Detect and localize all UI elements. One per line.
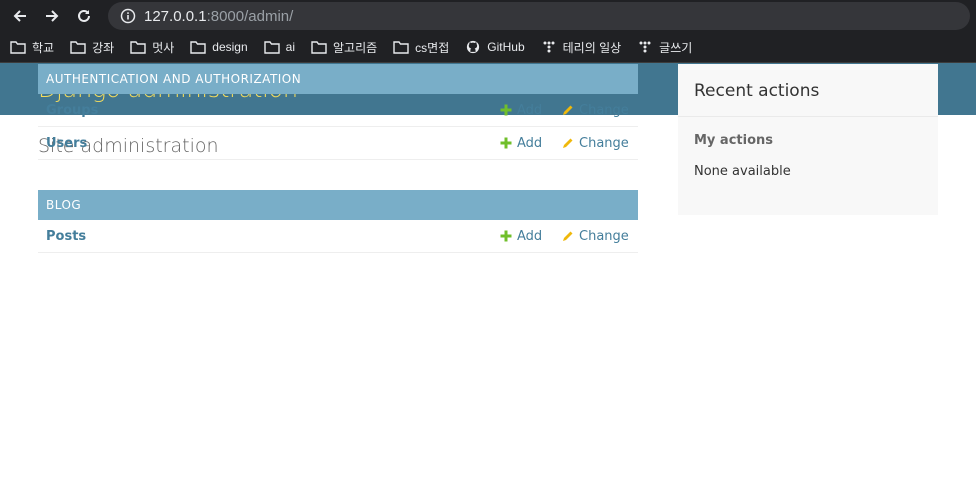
bookmark-label: cs면접 [415, 40, 450, 55]
url-host: 127.0.0.1 [144, 7, 207, 25]
recent-actions-title: Recent actions [678, 64, 938, 117]
bookmark-item[interactable]: 멋사 [130, 39, 174, 56]
change-button[interactable]: Change [562, 136, 629, 151]
change-button[interactable]: Change [562, 229, 629, 244]
recent-actions-panel: Recent actions My actions None available [678, 64, 938, 215]
bookmark-item[interactable]: 강좌 [70, 39, 114, 56]
bookmark-label: 학교 [32, 40, 55, 55]
change-label: Change [579, 102, 629, 118]
plus-icon [500, 230, 512, 242]
model-link-posts[interactable]: Posts [38, 229, 86, 244]
arrow-left-icon [13, 10, 26, 22]
table-row: Posts Add Change [38, 220, 638, 253]
bookmark-label: 멋사 [152, 40, 175, 55]
app-module-auth: AUTHENTICATION AND AUTHORIZATION Groups … [38, 64, 638, 160]
bookmark-label: ai [285, 40, 295, 54]
empty-actions-text: None available [694, 164, 791, 179]
arrow-right-icon [46, 10, 59, 22]
app-list: AUTHENTICATION AND AUTHORIZATION Groups … [38, 64, 638, 283]
pencil-icon [563, 105, 573, 115]
url-path: :8000/admin/ [206, 7, 294, 25]
bookmark-item[interactable]: design [190, 40, 248, 54]
bookmark-item[interactable]: 테리의 일상 [541, 39, 622, 56]
add-button[interactable]: Add [500, 103, 542, 118]
reload-icon [78, 9, 90, 22]
bookmark-label: design [212, 40, 248, 54]
bookmark-item[interactable]: 알고리즘 [311, 39, 377, 56]
table-row: Users Add Change [38, 127, 638, 160]
github-icon [467, 40, 480, 54]
plus-icon [500, 137, 512, 149]
tistory-icon [639, 41, 651, 53]
add-label: Add [517, 102, 543, 118]
info-icon[interactable] [120, 8, 136, 24]
folder-icon [130, 41, 146, 54]
folder-icon [70, 41, 86, 54]
my-actions-heading: My actions [694, 133, 774, 148]
browser-toolbar: 127.0.0.1:8000/admin/ [0, 0, 976, 32]
bookmark-label: GitHub [487, 40, 525, 54]
bookmarks-bar: 학교 강좌 멋사 design ai 알고리즘 cs면접 GitHub 테리의 … [0, 32, 976, 63]
change-button[interactable]: Change [562, 103, 629, 118]
add-button[interactable]: Add [500, 229, 542, 244]
reload-button[interactable] [72, 4, 96, 28]
bookmark-label: 알고리즘 [333, 40, 378, 55]
bookmark-label: 테리의 일상 [562, 40, 622, 55]
bookmark-label: 강좌 [92, 40, 115, 55]
folder-icon [311, 41, 327, 54]
pencil-icon [563, 138, 573, 148]
model-link-groups[interactable]: Groups [38, 103, 98, 118]
plus-icon [500, 104, 512, 116]
bookmark-item[interactable]: ai [263, 40, 295, 54]
bookmark-label: 글쓰기 [659, 40, 693, 55]
bookmark-item[interactable]: 글쓰기 [637, 39, 692, 56]
folder-icon [190, 41, 206, 54]
bookmark-item[interactable]: cs면접 [393, 39, 449, 56]
forward-button[interactable] [40, 4, 64, 28]
change-label: Change [579, 228, 629, 244]
bookmark-item[interactable]: 학교 [10, 39, 54, 56]
change-label: Change [579, 135, 629, 151]
app-caption[interactable]: BLOG [38, 190, 638, 220]
folder-icon [393, 41, 409, 54]
address-bar[interactable]: 127.0.0.1:8000/admin/ [108, 2, 970, 30]
model-link-users[interactable]: Users [38, 136, 87, 151]
bookmark-item[interactable]: GitHub [465, 40, 525, 54]
app-module-blog: BLOG Posts Add Change [38, 190, 638, 253]
add-label: Add [517, 135, 543, 151]
back-button[interactable] [8, 4, 32, 28]
folder-icon [10, 41, 26, 54]
pencil-icon [563, 231, 573, 241]
tistory-icon [543, 41, 555, 53]
table-row: Groups Add Change [38, 94, 638, 127]
add-label: Add [517, 228, 543, 244]
add-button[interactable]: Add [500, 136, 542, 151]
folder-icon [263, 41, 280, 54]
app-caption[interactable]: AUTHENTICATION AND AUTHORIZATION [38, 64, 638, 94]
